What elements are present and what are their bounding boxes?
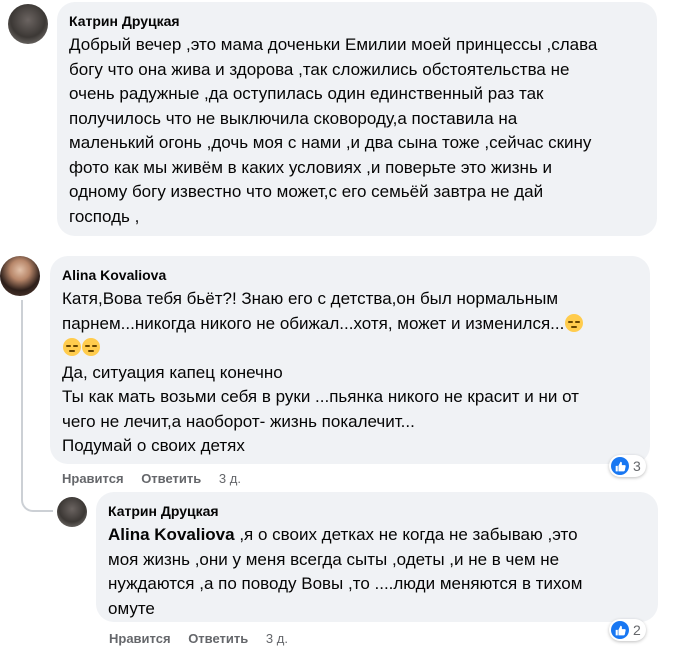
emoji-line [62, 336, 638, 361]
avatar[interactable] [8, 4, 48, 44]
comment-text-line: парнем...никогда никого не обижал...хотя… [62, 312, 638, 337]
mention-link[interactable]: Alina Kovaliova [108, 525, 235, 544]
pensive-face-icon [82, 338, 100, 356]
thumbs-up-icon [611, 621, 629, 639]
comment-bubble: Alina Kovaliova Катя,Вова тебя бьёт?! Зн… [50, 256, 650, 464]
thread-connector [21, 486, 53, 512]
reaction-count[interactable]: 3 [609, 455, 646, 477]
reaction-number: 2 [633, 622, 641, 638]
pensive-face-icon [63, 338, 81, 356]
comment-author[interactable]: Катрин Друцкая [69, 13, 645, 29]
comment-actions: Нравится Ответить 3 д. [62, 471, 255, 486]
comment-text: Добрый вечер ,это мама доченьки Емилии м… [69, 35, 598, 226]
thread-line [21, 300, 23, 486]
comment-text: Да, ситуация капец конечно Ты как мать в… [62, 362, 579, 456]
comment-text: Alina Kovaliova ,я о своих детках не ког… [108, 523, 646, 621]
reaction-number: 3 [633, 458, 641, 474]
comment-author[interactable]: Катрин Друцкая [108, 503, 646, 519]
timestamp[interactable]: 3 д. [266, 631, 288, 646]
pensive-face-icon [565, 313, 584, 332]
thumbs-up-icon [611, 457, 629, 475]
reply-bubble: Катрин Друцкая Alina Kovaliova ,я о свои… [96, 492, 658, 622]
timestamp[interactable]: 3 д. [219, 471, 241, 486]
reply-button[interactable]: Ответить [188, 631, 248, 646]
comment-text-fragment: парнем...никогда никого не обижал...хотя… [62, 313, 565, 333]
like-button[interactable]: Нравится [62, 471, 124, 486]
reaction-count[interactable]: 2 [609, 619, 646, 641]
comment-author[interactable]: Alina Kovaliova [62, 267, 638, 283]
like-button[interactable]: Нравится [109, 631, 171, 646]
avatar[interactable] [0, 256, 40, 296]
comment-bubble: Катрин Друцкая Добрый вечер ,это мама до… [57, 2, 657, 236]
avatar[interactable] [57, 497, 87, 527]
comment-actions: Нравится Ответить 3 д. [109, 631, 302, 646]
reply-button[interactable]: Ответить [141, 471, 201, 486]
comment-text-line: Катя,Вова тебя бьёт?! Знаю его с детства… [62, 289, 559, 308]
